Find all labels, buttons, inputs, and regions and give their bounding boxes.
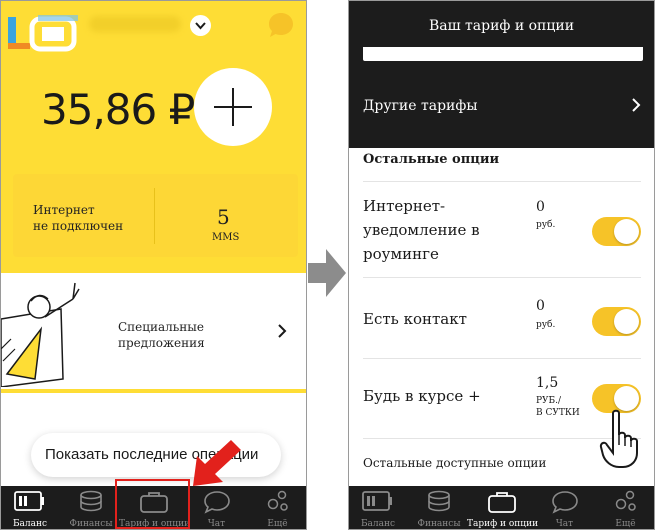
option-divider [363,358,641,359]
chevron-right-icon[interactable] [631,98,641,112]
chat-bubble-icon [551,491,578,514]
nav-label-chat: Чат [207,519,226,529]
nav-item-balance[interactable]: Баланс [349,486,407,529]
left-phone-screen: 35,86 ₽ Интернет не подключен 5 MMS Спец… [0,0,307,530]
more-circles-icon [267,490,288,511]
chevron-right-icon [278,324,287,338]
nav-label-more: Ещё [267,519,288,529]
option-price-unit: РУБ./ В СУТКИ [536,396,580,418]
nav-label-chat: Чат [555,519,574,529]
tariff-card-edge [363,47,643,61]
option-price-unit: руб. [536,220,556,230]
red-pointer-arrow-icon [193,440,241,486]
transition-arrow-icon [308,249,346,297]
option-price: 1,5 [536,375,559,391]
briefcase-icon [488,492,516,513]
app-logo-icon [8,15,78,52]
mms-count: 5 [217,205,230,229]
option-price-unit: руб. [536,320,556,330]
nav-item-chat[interactable]: Чат [537,486,592,529]
mms-label: MMS [212,232,240,243]
section-title-other-options: Остальные опции [363,152,500,167]
nav-label-more: Ещё [615,519,636,529]
person-illustration-icon [1,282,80,387]
bottom-navigation: Баланс Финансы Тариф и опции Чат Ещё [349,486,654,529]
nav-label-finances: Финансы [417,519,461,529]
nav-item-finances[interactable]: Финансы [61,486,121,529]
battery-icon [14,491,44,511]
nav-item-more[interactable]: Ещё [597,486,654,529]
more-circles-icon [615,490,636,511]
option-name-est-kontakt: Есть контакт [363,310,467,328]
right-phone-screen: Ваш тариф и опции Другие тарифы Остальны… [348,0,655,530]
option-price: 0 [536,298,545,314]
nav-label-balance: Баланс [12,519,48,529]
more-options-link[interactable]: Остальные доступные опции [363,456,546,470]
phone-number-blurred [89,16,181,32]
nav-item-balance[interactable]: Баланс [1,486,59,529]
nav-label-tariff-options: Тариф и опции [467,519,539,529]
chat-bubble-icon[interactable] [267,11,295,39]
usage-card[interactable]: Интернет не подключен 5 MMS [13,174,298,257]
chat-bubble-icon [203,491,230,514]
other-tariffs-link[interactable]: Другие тарифы [363,98,477,114]
nav-label-finances: Финансы [69,519,113,529]
toggle-est-kontakt[interactable] [592,307,641,336]
special-offers-label: Специальные предложения [118,320,205,350]
tariff-header: Ваш тариф и опции Другие тарифы [349,1,654,148]
offers-accent-line [1,389,306,393]
account-switch-button[interactable] [190,15,211,36]
option-name-roaming-notification: Интернет- уведомление в роуминге [363,197,480,263]
pointing-hand-cursor-icon [599,409,638,468]
nav-item-tariff-options[interactable]: Тариф и опции [467,486,539,529]
coins-icon [80,490,102,512]
balance-amount: 35,86 ₽ [41,85,195,134]
top-up-plus-button[interactable] [194,68,272,146]
option-name-bud-v-kurse: Будь в курсе + [363,387,481,405]
nav-item-chat[interactable]: Чат [189,486,244,529]
coins-icon [428,490,450,512]
option-divider [363,277,641,278]
page-title: Ваш тариф и опции [428,18,575,34]
nav-item-finances[interactable]: Финансы [409,486,469,529]
internet-status-text: Интернет не подключен [33,203,124,233]
option-price: 0 [536,199,545,215]
nav-label-balance: Баланс [360,519,396,529]
special-offers-card[interactable]: Специальные предложения [1,273,306,393]
section-divider [363,181,641,182]
tariff-tab-highlight [115,479,190,529]
toggle-roaming-notification[interactable] [592,217,641,246]
usage-divider [154,188,155,244]
chevron-down-icon [195,22,206,30]
nav-item-more[interactable]: Ещё [249,486,306,529]
battery-icon [362,491,392,511]
show-recent-operations-button[interactable]: Показать последние операции [31,433,281,477]
